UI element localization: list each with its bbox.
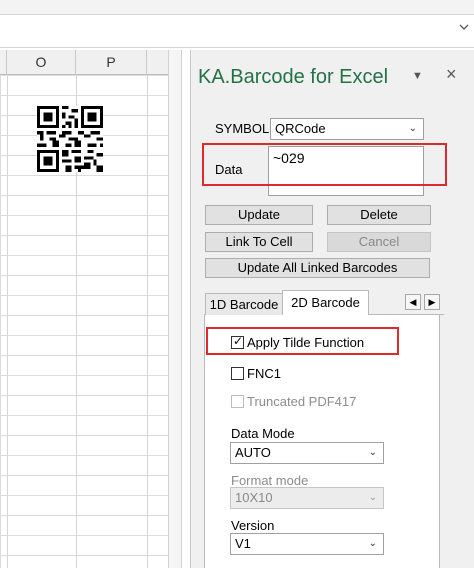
data-mode-label: Data Mode (231, 426, 295, 441)
formula-bar[interactable] (0, 14, 474, 48)
truncated-pdf417-checkbox[interactable] (231, 395, 244, 408)
symbol-select[interactable]: QRCode ⌄ (270, 118, 424, 140)
data-mode-select[interactable]: AUTO ⌄ (230, 442, 384, 464)
version-select[interactable]: V1 ⌄ (230, 533, 384, 555)
data-label: Data (215, 162, 243, 177)
chevron-down-icon: ⌄ (368, 492, 377, 503)
column-header-o[interactable]: O (7, 50, 76, 74)
update-all-linked-button[interactable]: Update All Linked Barcodes (205, 258, 430, 278)
tab-2d-barcode[interactable]: 2D Barcode (282, 290, 369, 316)
pane-options-icon[interactable]: ▼ (412, 70, 423, 82)
tab-scroll-left-icon[interactable]: ◀ (405, 294, 421, 310)
column-header-partial[interactable] (0, 50, 7, 74)
fnc1-label: FNC1 (247, 366, 281, 381)
column-divider (7, 75, 8, 568)
link-to-cell-button[interactable]: Link To Cell (205, 232, 313, 252)
delete-button[interactable]: Delete (327, 205, 431, 225)
tab-1d-barcode[interactable]: 1D Barcode (205, 293, 283, 315)
close-icon[interactable]: × (446, 64, 457, 85)
chevron-down-icon: ⌄ (368, 447, 377, 458)
truncated-pdf417-label: Truncated PDF417 (247, 394, 357, 409)
symbol-select-value: QRCode (275, 121, 326, 136)
data-mode-value: AUTO (235, 445, 271, 460)
ribbon-bottom-strip (0, 0, 474, 14)
sheet-scrollbar[interactable] (168, 50, 182, 568)
column-header-row: O P (0, 50, 168, 75)
update-button[interactable]: Update (205, 205, 313, 225)
format-mode-value: 10X10 (235, 490, 273, 505)
apply-tilde-checkbox[interactable]: ✓ (231, 334, 244, 349)
symbol-label: SYMBOL (215, 121, 270, 136)
format-mode-select[interactable]: 10X10 ⌄ (230, 487, 384, 509)
chevron-down-icon: ⌄ (368, 538, 377, 549)
version-value: V1 (235, 536, 251, 551)
version-label: Version (231, 518, 275, 533)
apply-tilde-label: Apply Tilde Function (247, 335, 365, 350)
column-divider (147, 75, 148, 568)
chevron-down-icon: ⌄ (408, 123, 417, 134)
format-mode-label: Format mode (231, 473, 309, 488)
data-input[interactable]: ~029 (268, 146, 424, 196)
check-icon: ✓ (233, 334, 244, 348)
expand-formula-bar-icon[interactable] (459, 22, 469, 32)
cancel-button[interactable]: Cancel (327, 232, 431, 252)
pane-title: KA.Barcode for Excel (198, 66, 389, 88)
column-header-p[interactable]: P (76, 50, 147, 74)
fnc1-checkbox[interactable] (231, 367, 244, 380)
qr-code-image[interactable] (37, 106, 103, 172)
tab-scroll-right-icon[interactable]: ▶ (424, 294, 440, 310)
